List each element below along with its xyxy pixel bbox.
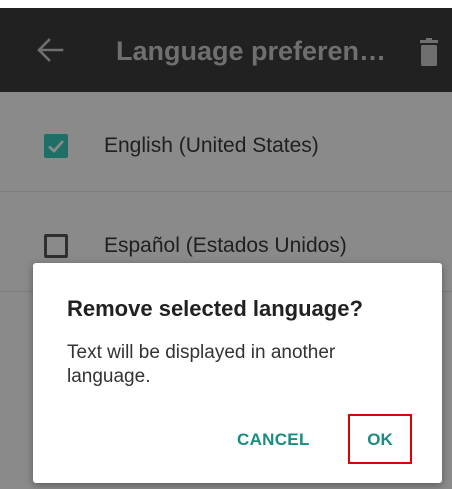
language-row-english[interactable]: English (United States) — [0, 92, 452, 192]
dialog-message: Text will be displayed in another langua… — [67, 342, 336, 387]
ok-button-label: OK — [367, 430, 393, 449]
dialog-title: Remove selected language? — [67, 296, 363, 321]
trash-icon[interactable] — [418, 38, 440, 66]
cancel-button[interactable]: CANCEL — [237, 428, 310, 452]
checkbox-checked[interactable] — [44, 134, 68, 158]
ok-button[interactable]: OK — [348, 414, 412, 464]
app-bar: Language preferen… — [0, 8, 452, 92]
checkbox-unchecked[interactable] — [44, 234, 68, 258]
status-strip — [0, 0, 452, 8]
language-label: Español (Estados Unidos) — [104, 234, 347, 257]
language-label: English (United States) — [104, 134, 319, 157]
arrow-left-icon[interactable] — [36, 38, 64, 62]
remove-language-dialog: Remove selected language? Text will be d… — [33, 263, 442, 483]
check-icon — [48, 140, 65, 153]
page-title: Language preferen… — [116, 36, 386, 66]
